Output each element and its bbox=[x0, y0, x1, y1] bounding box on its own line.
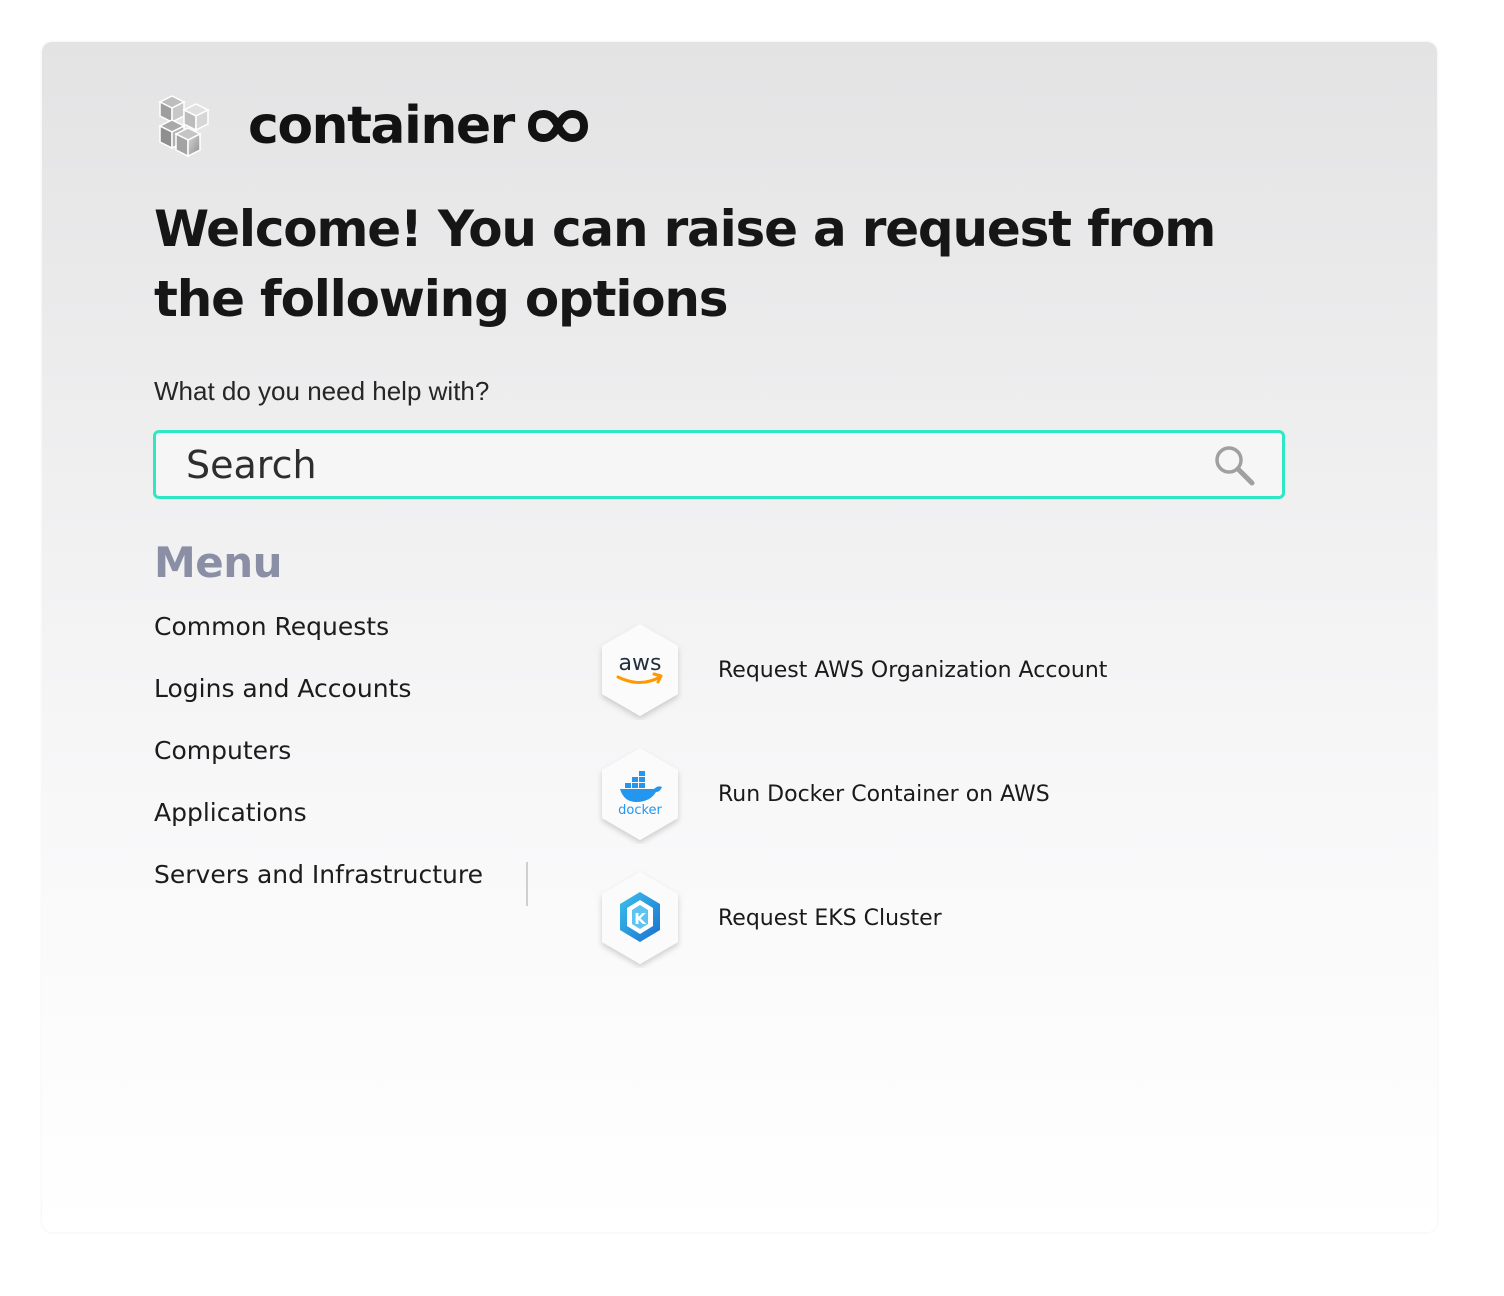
option-label: Request EKS Cluster bbox=[718, 905, 942, 931]
menu-item-applications[interactable]: Applications bbox=[154, 798, 483, 860]
menu-item-logins-and-accounts[interactable]: Logins and Accounts bbox=[154, 674, 483, 736]
option-request-eks-cluster[interactable]: K Request EKS Cluster bbox=[594, 856, 1107, 980]
option-label: Run Docker Container on AWS bbox=[718, 781, 1050, 807]
menu-list: Common Requests Logins and Accounts Comp… bbox=[154, 612, 483, 922]
docker-logo-icon: docker bbox=[602, 748, 678, 840]
aws-logo-text: aws bbox=[619, 651, 662, 676]
search-icon[interactable] bbox=[1212, 443, 1256, 487]
menu-item-servers-and-infrastructure[interactable]: Servers and Infrastructure bbox=[154, 860, 483, 922]
brand-wordmark: container bbox=[248, 96, 515, 156]
menu-item-common-requests[interactable]: Common Requests bbox=[154, 612, 483, 674]
request-portal-card: container Welcome! You can raise a reque… bbox=[42, 42, 1437, 1232]
menu-item-computers[interactable]: Computers bbox=[154, 736, 483, 798]
brand-header: container bbox=[150, 90, 588, 162]
cubes-icon bbox=[158, 95, 210, 158]
request-options-list: aws Request AWS Organization Account doc… bbox=[594, 608, 1107, 980]
aws-logo-icon: aws bbox=[602, 624, 678, 716]
search-input[interactable] bbox=[184, 441, 1212, 488]
brand-name: container bbox=[248, 96, 588, 156]
search-label: What do you need help with? bbox=[154, 376, 490, 406]
page-title: Welcome! You can raise a request from th… bbox=[154, 200, 1216, 328]
eks-logo-icon: K bbox=[602, 872, 678, 964]
menu-title: Menu bbox=[154, 538, 283, 587]
option-run-docker-container[interactable]: docker Run Docker Container on AWS bbox=[594, 732, 1107, 856]
menu-divider bbox=[526, 862, 528, 906]
docker-logo-text: docker bbox=[618, 803, 662, 818]
search-box[interactable] bbox=[153, 430, 1285, 499]
option-aws-organization-account[interactable]: aws Request AWS Organization Account bbox=[594, 608, 1107, 732]
infinity-icon bbox=[527, 109, 588, 143]
eks-logo-text: K bbox=[634, 910, 647, 928]
option-label: Request AWS Organization Account bbox=[718, 657, 1108, 683]
